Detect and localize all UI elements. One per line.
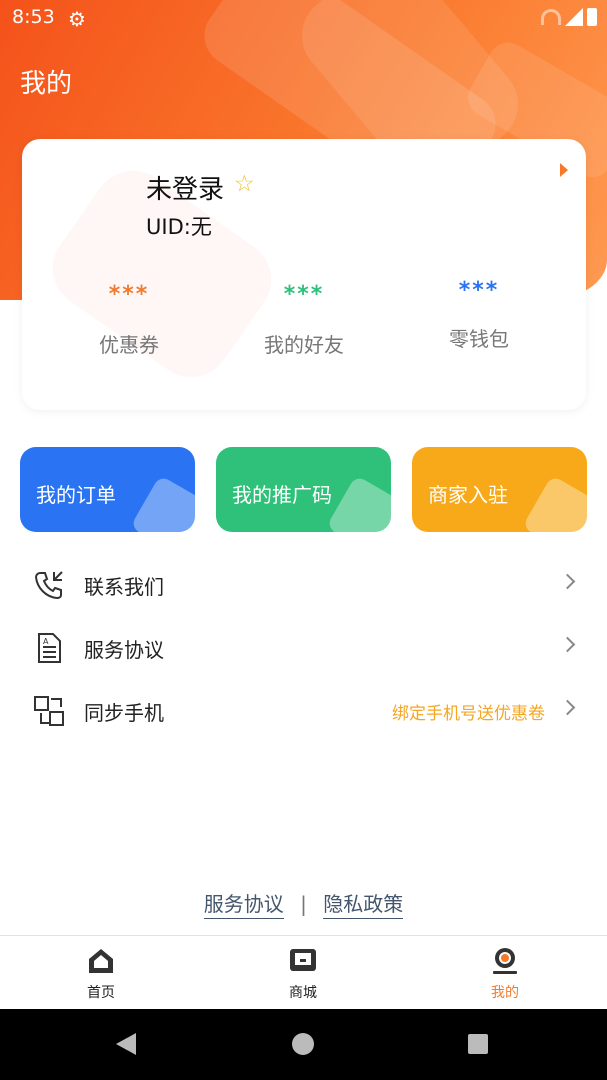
my-orders-button[interactable]: 我的订单 [20, 447, 195, 532]
privacy-policy-link[interactable]: 隐私政策 [323, 892, 404, 919]
document-icon: A [32, 631, 66, 665]
menu-label: 服务协议 [84, 638, 164, 662]
settings-gear-icon: ⚙ [68, 7, 86, 31]
stat-label: 优惠券 [99, 333, 159, 357]
shop-icon [253, 944, 353, 978]
menu-service-agreement[interactable]: A 服务协议 [0, 617, 607, 677]
recent-apps-icon[interactable] [468, 1034, 488, 1054]
chevron-right-icon [559, 573, 576, 590]
stat-value: *** [108, 282, 150, 307]
my-promo-code-button[interactable]: 我的推广码 [216, 447, 391, 532]
wifi-icon [541, 9, 561, 25]
status-bar: 8:53 ⚙ [0, 0, 607, 38]
battery-icon [587, 8, 597, 26]
qr-code-icon [326, 475, 391, 532]
tab-label: 商城 [289, 985, 317, 1001]
merchant-join-button[interactable]: 商家入驻 [412, 447, 587, 532]
feature-label: 我的推广码 [232, 483, 332, 507]
status-time: 8:53 [12, 6, 55, 28]
stat-value: *** [283, 282, 325, 307]
phone-transfer-icon [32, 568, 66, 602]
menu-label: 同步手机 [84, 701, 164, 725]
sync-phone-icon [32, 694, 66, 728]
id-card-icon [522, 475, 587, 532]
feature-label: 我的订单 [36, 483, 116, 507]
uid-value: 无 [190, 215, 212, 239]
uid-label: UID: [146, 215, 191, 239]
menu-contact-us[interactable]: 联系我们 [0, 554, 607, 614]
stat-label: 我的好友 [264, 333, 344, 357]
stat-value: *** [458, 278, 500, 303]
user-name: 未登录 [146, 175, 225, 205]
profile-icon [455, 944, 555, 978]
orders-icon [130, 475, 195, 532]
footer-separator: | [300, 892, 307, 916]
tab-shop[interactable]: 商城 [253, 944, 353, 1002]
signal-icon [565, 8, 583, 26]
stat-friends[interactable]: *** 我的好友 [219, 282, 389, 358]
page-title: 我的 [20, 69, 73, 99]
user-uid: UID:无 [146, 211, 212, 241]
home-circle-icon[interactable] [292, 1033, 314, 1055]
stat-wallet[interactable]: *** 零钱包 [394, 278, 564, 352]
star-icon: ☆ [234, 171, 255, 197]
bottom-tab-bar: 首页 商城 我的 [0, 935, 607, 1009]
home-icon [51, 944, 151, 978]
chevron-right-icon [559, 636, 576, 653]
back-icon[interactable] [116, 1033, 136, 1055]
bind-phone-promo[interactable]: 绑定手机号送优惠卷 [392, 699, 545, 724]
feature-label: 商家入驻 [428, 483, 508, 507]
status-icons [541, 8, 597, 26]
menu-label: 联系我们 [84, 575, 164, 599]
system-navigation-bar [0, 1009, 607, 1080]
tab-label: 首页 [87, 985, 115, 1001]
service-agreement-link[interactable]: 服务协议 [203, 892, 284, 919]
menu-sync-phone[interactable]: 同步手机 绑定手机号送优惠卷 [0, 680, 607, 740]
stat-coupons[interactable]: *** 优惠券 [44, 282, 214, 358]
tab-home[interactable]: 首页 [51, 944, 151, 1002]
svg-text:A: A [43, 637, 49, 646]
footer-links: 服务协议 | 隐私政策 [0, 888, 607, 919]
chevron-right-icon [559, 699, 576, 716]
card-arrow-icon[interactable] [560, 163, 568, 177]
stat-label: 零钱包 [449, 327, 509, 351]
user-card[interactable]: 未登录 ☆ UID:无 *** 优惠券 *** 我的好友 *** 零钱包 [22, 139, 586, 410]
tab-mine[interactable]: 我的 [455, 944, 555, 1002]
tab-label: 我的 [491, 985, 519, 1001]
